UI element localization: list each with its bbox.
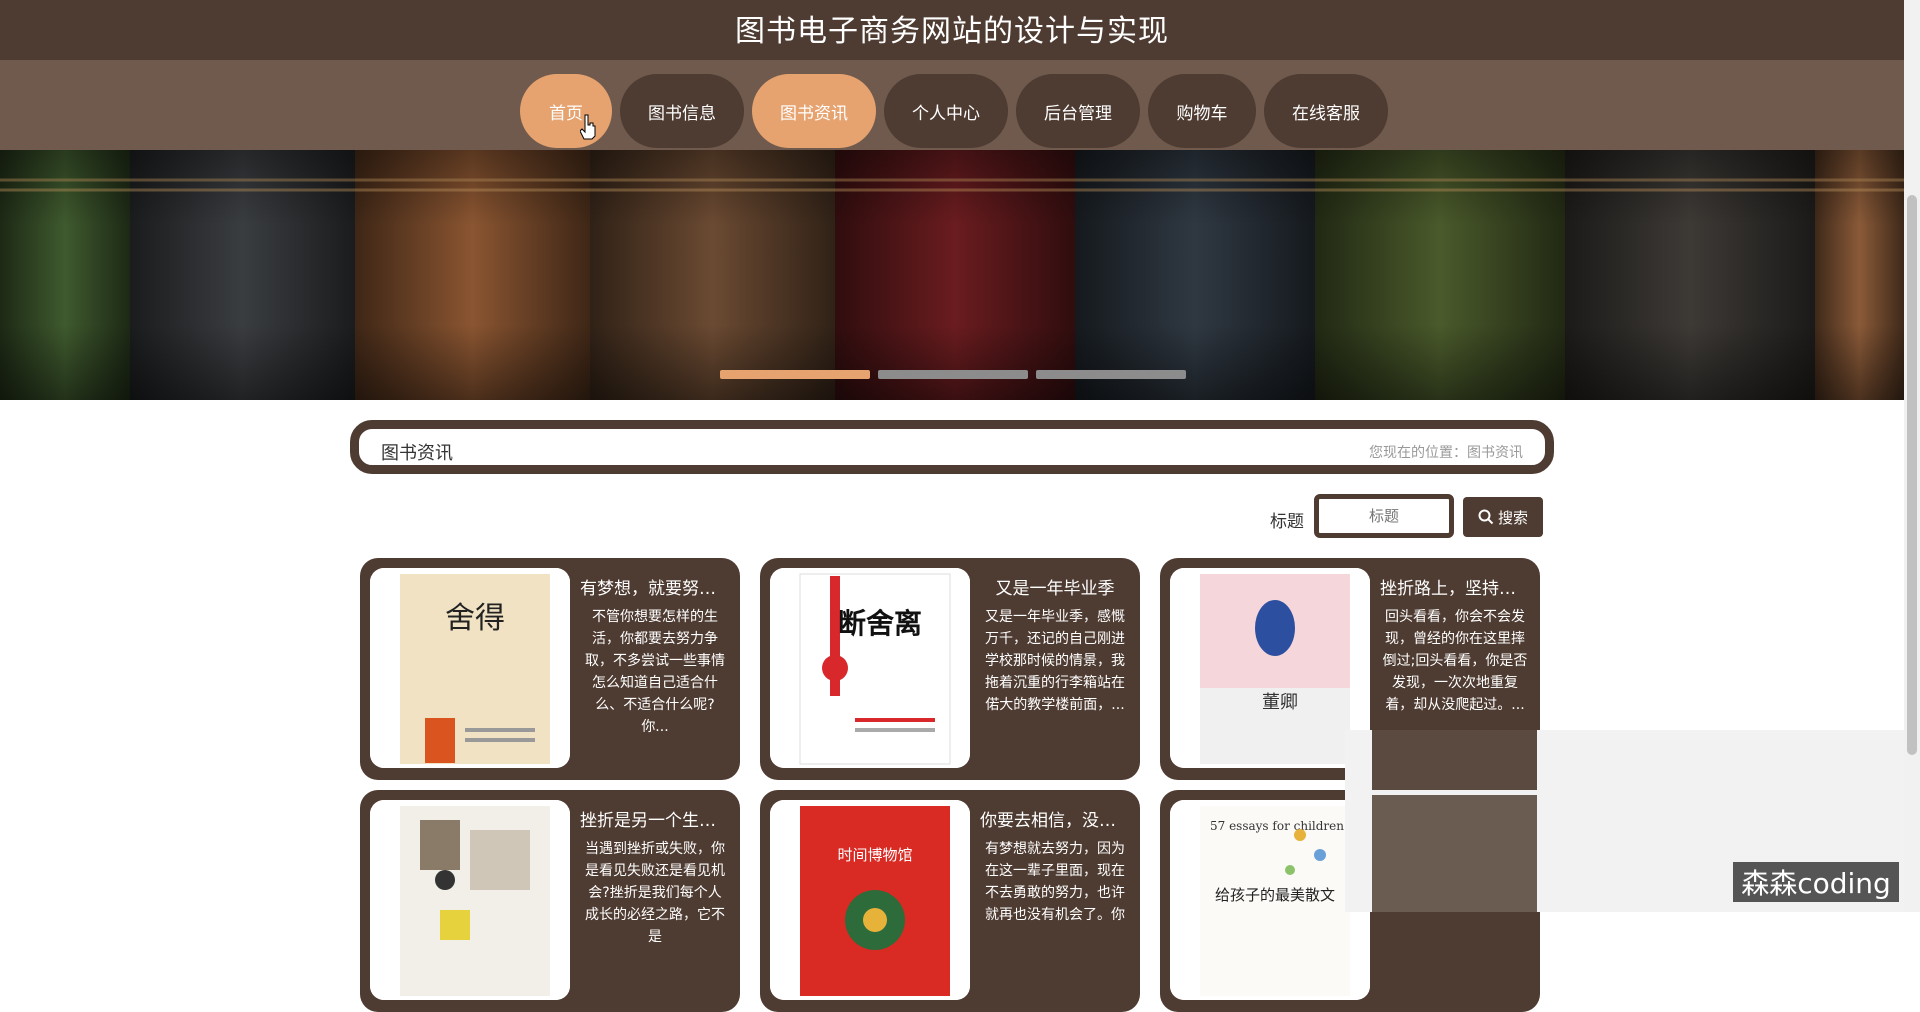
page-scrollbar[interactable] [1904,0,1920,912]
book-cover-image: 舍得 [370,568,570,768]
card-title: 你要去相信，没有... [980,811,1130,831]
search-input[interactable] [1314,494,1454,538]
site-title: 图书电子商务网站的设计与实现 [735,14,1169,49]
cover-title: 时间博物馆 [837,846,912,864]
cover-title: 董卿 [1262,692,1298,713]
cover-subtitle: 57 essays for children [1210,819,1344,833]
book-cover-image: 断舍离 [770,568,970,768]
search-label: 标题 [1270,512,1304,532]
book-spines-image [0,150,1904,400]
search-icon [1478,509,1494,525]
carousel-dot[interactable] [720,370,870,379]
news-card[interactable]: 断舍离 又是一年毕业季 又是一年毕业季，感慨万千，还记的自己刚进学校那时候的情景… [760,558,1140,780]
breadcrumb: 您现在的位置：图书资讯 [1369,445,1523,461]
nav-admin[interactable]: 后台管理 [1016,74,1140,148]
card-title: 挫折路上，坚持常... [1380,579,1530,599]
watermark: 森森coding [1733,862,1899,902]
carousel-dot[interactable] [1036,370,1186,379]
scroll-thumb[interactable] [1907,195,1917,755]
search-button[interactable]: 搜索 [1463,497,1543,537]
book-cover-image: 董卿 [1170,568,1370,768]
section-header: 图书资讯 您现在的位置：图书资讯 [350,420,1554,474]
nav-cart[interactable]: 购物车 [1148,74,1256,148]
card-title: 又是一年毕业季 [995,579,1115,599]
book-cover-image [370,800,570,1000]
card-text: 有梦想就去努力，因为在这一辈子里面，现在不去勇敢的努力，也许就再也没有机会了。你 [985,841,1125,923]
card-title: 有梦想，就要努力... [580,579,730,599]
card-text: 当遇到挫折或失败，你是看见失败还是看见机会?挫折是我们每个人成长的必经之路，它不… [585,841,725,945]
search-button-label: 搜索 [1497,508,1528,527]
news-card[interactable]: 挫折是另一个生命... 当遇到挫折或失败，你是看见失败还是看见机会?挫折是我们每… [360,790,740,1012]
card-title: 挫折是另一个生命... [580,811,730,831]
nav-home[interactable]: 首页 [520,74,612,148]
book-cover-image: 57 essays for children 给孩子的最美散文 [1170,800,1370,1000]
main-nav: 首页 图书信息 图书资讯 个人中心 后台管理 购物车 在线客服 [0,60,1904,150]
nav-book-info[interactable]: 图书信息 [620,74,744,148]
card-text: 回头看看，你会不会发现，曾经的你在这里摔倒过;回头看看，你是否发现，一次次地重复… [1382,609,1528,713]
carousel-dot[interactable] [878,370,1028,379]
overlay-block [1372,730,1537,790]
card-text: 不管你想要怎样的生活，你都要去努力争取，不多尝试一些事情怎么知道自己适合什么、不… [585,609,725,735]
carousel-indicators [720,370,1186,379]
header-bar: 图书电子商务网站的设计与实现 [0,0,1904,60]
hero-banner [0,150,1904,400]
hand-cursor-icon [580,114,596,140]
card-text: 又是一年毕业季，感慨万千，还记的自己刚进学校那时候的情景，我拖着沉重的行李箱站在… [985,609,1125,713]
news-card[interactable]: 时间博物馆 你要去相信，没有... 有梦想就去努力，因为在这一辈子里面，现在不去… [760,790,1140,1012]
nav-personal-center[interactable]: 个人中心 [884,74,1008,148]
cover-title: 舍得 [445,601,505,636]
overlay-block [1372,795,1537,912]
nav-book-news[interactable]: 图书资讯 [752,74,876,148]
book-cover-image: 时间博物馆 [770,800,970,1000]
section-title: 图书资讯 [381,443,453,464]
news-card[interactable]: 舍得 有梦想，就要努力... 不管你想要怎样的生活，你都要去努力争取，不多尝试一… [360,558,740,780]
nav-customer-service[interactable]: 在线客服 [1264,74,1388,148]
cover-title: 给孩子的最美散文 [1215,886,1335,904]
cover-title: 断舍离 [838,607,922,640]
